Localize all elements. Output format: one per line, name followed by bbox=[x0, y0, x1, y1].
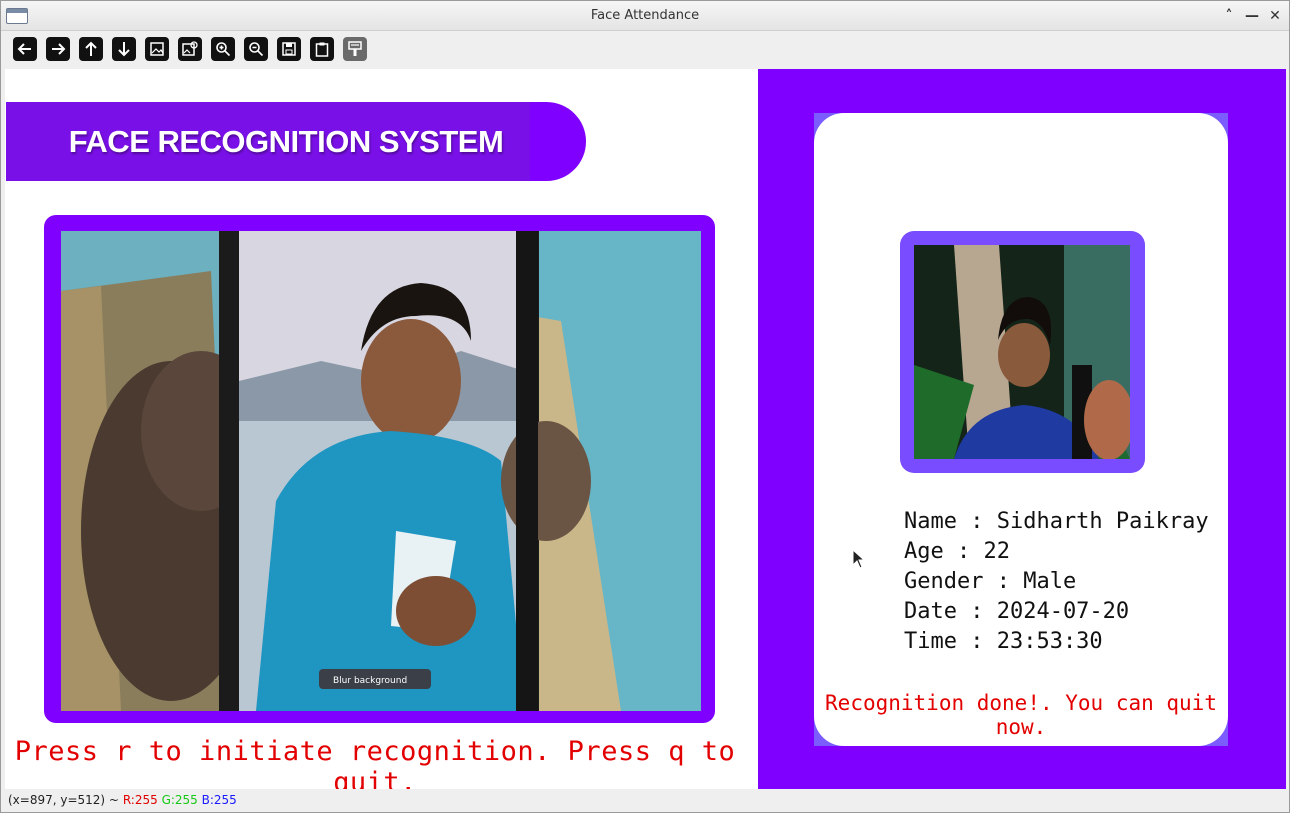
save-button[interactable] bbox=[277, 37, 301, 61]
profile-gender: Gender : Male bbox=[904, 569, 1077, 594]
camera-feed: Blur background bbox=[61, 231, 701, 711]
profile-name: Name : Sidharth Paikray bbox=[904, 509, 1209, 534]
camera-feed-image: Blur background bbox=[61, 231, 701, 711]
zoom-original-button[interactable] bbox=[178, 37, 202, 61]
result-panel: Name : Sidharth Paikray Age : 22 Gender … bbox=[758, 69, 1286, 789]
paint-brush-icon bbox=[348, 41, 362, 56]
zoom-in-icon bbox=[216, 42, 231, 57]
arrow-right-icon bbox=[52, 43, 66, 55]
title-bar[interactable]: Face Attendance ˄ — ✕ bbox=[1, 1, 1289, 31]
properties-button[interactable] bbox=[343, 37, 367, 61]
profile-photo-frame bbox=[900, 231, 1145, 473]
image-canvas[interactable]: FACE RECOGNITION SYSTEM Blur background … bbox=[5, 69, 1286, 789]
save-icon bbox=[282, 42, 296, 56]
image-icon bbox=[150, 42, 164, 56]
instruction-text: Press r to initiate recognition. Press q… bbox=[14, 736, 736, 789]
zoom-in-image-button[interactable] bbox=[145, 37, 169, 61]
cursor-coordinates: (x=897, y=512) ~ bbox=[8, 793, 119, 807]
arrow-up-icon bbox=[85, 41, 97, 56]
title-banner: FACE RECOGNITION SYSTEM bbox=[6, 102, 586, 181]
pan-up-button[interactable] bbox=[79, 37, 103, 61]
pan-right-button[interactable] bbox=[46, 37, 70, 61]
blur-background-label: Blur background bbox=[333, 676, 407, 686]
copy-clipboard-button[interactable] bbox=[310, 37, 334, 61]
pixel-red-value: R:255 bbox=[122, 793, 158, 807]
profile-time: Time : 23:53:30 bbox=[904, 629, 1103, 654]
camera-frame: Blur background bbox=[44, 215, 715, 723]
result-card: Name : Sidharth Paikray Age : 22 Gender … bbox=[814, 113, 1228, 746]
banner-title: FACE RECOGNITION SYSTEM bbox=[68, 124, 504, 159]
status-bar: (x=897, y=512) ~ R:255 G:255 B:255 bbox=[1, 790, 1289, 812]
profile-photo bbox=[914, 245, 1130, 459]
app-window: Face Attendance ˄ — ✕ FACE RECOGNITION S… bbox=[0, 0, 1290, 813]
maximize-button[interactable]: ˄ bbox=[1220, 7, 1238, 25]
zoom-out-button[interactable] bbox=[244, 37, 268, 61]
window-title: Face Attendance bbox=[590, 8, 700, 23]
pixel-green-value: G:255 bbox=[161, 793, 198, 807]
close-button[interactable]: ✕ bbox=[1266, 7, 1284, 25]
pan-left-button[interactable] bbox=[13, 37, 37, 61]
zoom-in-button[interactable] bbox=[211, 37, 235, 61]
minimize-button[interactable]: — bbox=[1243, 7, 1261, 25]
arrow-left-icon bbox=[17, 43, 31, 55]
profile-date: Date : 2024-07-20 bbox=[904, 599, 1130, 624]
mouse-cursor-icon bbox=[852, 549, 866, 569]
profile-photo-image bbox=[914, 245, 1130, 459]
pan-down-button[interactable] bbox=[112, 37, 136, 61]
image-zoom-icon bbox=[182, 41, 198, 56]
clipboard-icon bbox=[315, 42, 329, 57]
zoom-out-icon bbox=[249, 42, 264, 57]
pixel-blue-value: B:255 bbox=[201, 793, 237, 807]
arrow-down-icon bbox=[118, 42, 130, 57]
toolbar bbox=[1, 32, 1289, 68]
profile-info: Name : Sidharth Paikray Age : 22 Gender … bbox=[904, 507, 1209, 657]
recognition-status: Recognition done!. You can quit now. bbox=[825, 691, 1217, 739]
profile-age: Age : 22 bbox=[904, 539, 1010, 564]
